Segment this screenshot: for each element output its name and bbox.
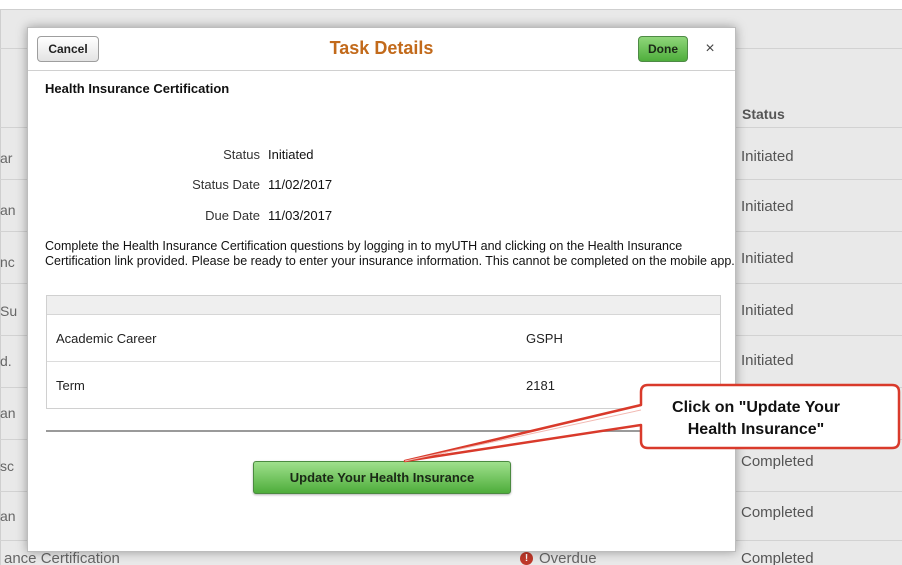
- alert-icon: !: [520, 552, 533, 565]
- field-value: 11/03/2017: [268, 208, 333, 223]
- overdue-status: ! Overdue: [520, 550, 597, 565]
- task-title: Health Insurance Certification: [45, 81, 230, 96]
- task-status: Completed: [741, 550, 814, 565]
- field-value: Initiated: [268, 147, 314, 162]
- field-label: Status Date: [192, 177, 260, 192]
- task-status: Initiated: [741, 148, 794, 165]
- callout-line: Click on "Update Your: [672, 399, 840, 416]
- field-label: Due Date: [205, 208, 260, 223]
- detail-key: Academic Career: [56, 331, 157, 346]
- done-button[interactable]: Done: [638, 36, 688, 62]
- callout-line: Health Insurance": [687, 421, 825, 438]
- task-name-fragment[interactable]: an: [0, 202, 24, 218]
- overdue-label: Overdue: [539, 550, 597, 565]
- task-name-fragment[interactable]: ance Certification: [4, 550, 120, 565]
- task-name-fragment[interactable]: ar: [0, 150, 24, 166]
- task-status: Initiated: [741, 250, 794, 267]
- task-name-fragment[interactable]: Su: [0, 303, 24, 319]
- task-status: Initiated: [741, 198, 794, 215]
- task-name-fragment[interactable]: sc: [0, 458, 24, 474]
- modal-title: Task Details: [329, 38, 434, 58]
- detail-value: GSPH: [526, 331, 563, 346]
- task-name-fragment[interactable]: an: [0, 508, 24, 524]
- callout-text: Click on "Update Your Health Insurance": [632, 397, 880, 441]
- field-value: 11/02/2017: [268, 177, 333, 192]
- update-health-insurance-button[interactable]: Update Your Health Insurance: [253, 461, 511, 494]
- task-status: Completed: [741, 453, 814, 470]
- task-name-fragment[interactable]: nc: [0, 254, 24, 270]
- details-table-header: [47, 296, 720, 315]
- table-row: Term 2181: [47, 362, 720, 409]
- background-top-bar: [0, 0, 902, 10]
- detail-value: 2181: [526, 378, 555, 393]
- table-row: Academic Career GSPH: [47, 315, 720, 362]
- instructions-text: Complete the Health Insurance Certificat…: [45, 239, 735, 268]
- modal-header: Cancel Task Details Done ×: [28, 28, 735, 71]
- details-table: Academic Career GSPH Term 2181: [46, 295, 721, 409]
- task-status: Initiated: [741, 352, 794, 369]
- detail-key: Term: [56, 378, 85, 393]
- task-details-modal: Cancel Task Details Done × Health Insura…: [27, 27, 736, 552]
- task-status: Completed: [741, 504, 814, 521]
- task-status: Initiated: [741, 302, 794, 319]
- task-name-fragment[interactable]: an: [0, 405, 24, 421]
- status-column-header: Status: [742, 106, 785, 122]
- section-divider: [46, 430, 721, 432]
- field-label: Status: [223, 147, 260, 162]
- task-name-fragment[interactable]: d.: [0, 353, 24, 369]
- close-icon[interactable]: ×: [700, 39, 720, 59]
